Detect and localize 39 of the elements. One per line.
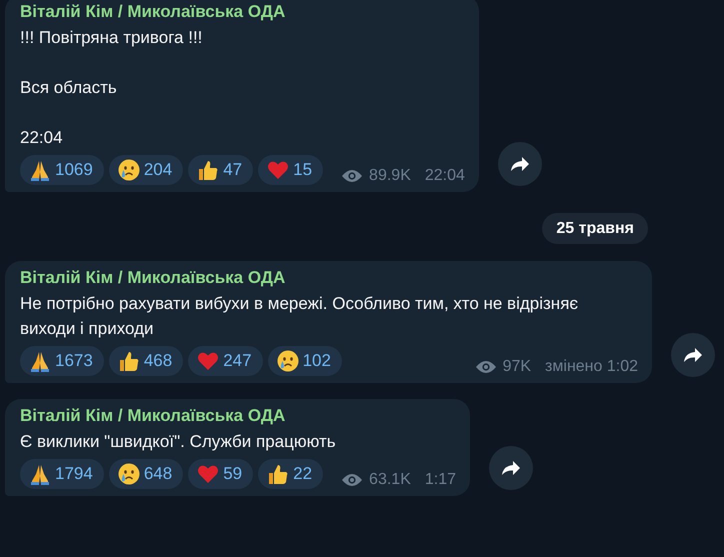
reaction-button[interactable]: 102 xyxy=(268,346,342,376)
reaction-button[interactable]: 247 xyxy=(188,346,263,376)
author-name[interactable]: Віталій Кім / Миколаївська ОДА xyxy=(20,405,456,427)
crying-face-icon xyxy=(116,462,141,486)
thumbs-up-icon xyxy=(196,158,220,182)
author-name[interactable]: Віталій Кім / Миколаївська ОДА xyxy=(20,1,465,23)
eye-icon xyxy=(341,473,364,487)
date-badge: 25 травня xyxy=(542,213,648,244)
reaction-button[interactable]: 22 xyxy=(258,459,324,489)
reaction-button[interactable]: 59 xyxy=(188,459,254,489)
reaction-button[interactable]: 1069 xyxy=(20,155,104,185)
reaction-button[interactable]: 47 xyxy=(188,155,254,185)
share-button[interactable] xyxy=(498,142,542,186)
share-icon xyxy=(501,460,521,476)
view-count: 97K xyxy=(502,358,532,376)
share-button[interactable] xyxy=(489,446,533,490)
author-name[interactable]: Віталій Кім / Миколаївська ОДА xyxy=(20,267,638,289)
share-icon xyxy=(510,156,530,172)
reaction-button[interactable]: 1673 xyxy=(20,346,104,376)
view-count: 89.9K xyxy=(369,167,411,185)
crying-face-icon xyxy=(116,158,141,182)
share-icon xyxy=(683,347,703,363)
message-text: !!! Повітряна тривога !!! Вся область 22:04 xyxy=(20,27,204,149)
reaction-button[interactable]: 15 xyxy=(258,155,324,185)
reaction-button[interactable]: 1794 xyxy=(20,459,104,489)
message-time: 1:17 xyxy=(424,471,456,489)
view-count: 63.1K xyxy=(369,471,411,489)
reaction-button[interactable]: 468 xyxy=(108,346,184,376)
message-text: Є виклики "швидкої". Служби працюють xyxy=(20,431,337,453)
thumbs-up-icon xyxy=(266,462,290,486)
crying-face-icon xyxy=(276,349,300,373)
reaction-button[interactable]: 648 xyxy=(108,459,184,489)
message-time: змінено 1:02 xyxy=(545,358,638,376)
eye-icon xyxy=(474,360,497,374)
message-time: 22:04 xyxy=(424,167,465,185)
eye-icon xyxy=(341,169,364,183)
share-button[interactable] xyxy=(671,333,715,377)
message-text: Не потрібно рахувати вибухи в мережі. Особливо тим, хто не відрізняє виходи і приходи xyxy=(20,293,580,340)
reaction-button[interactable]: 204 xyxy=(108,155,184,185)
